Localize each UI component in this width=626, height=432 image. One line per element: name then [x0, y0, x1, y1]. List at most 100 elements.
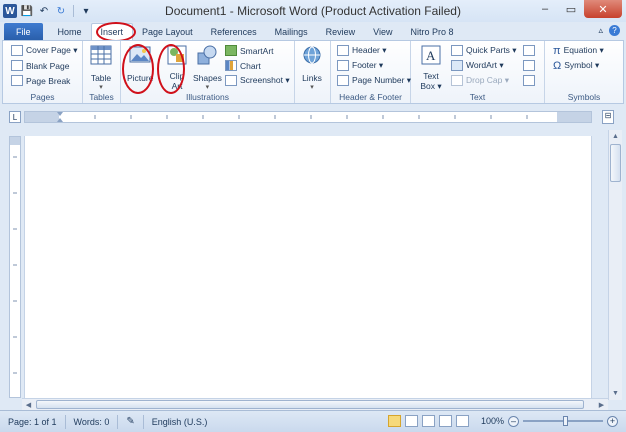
draft-view-icon[interactable]: [455, 415, 469, 427]
status-word-count[interactable]: Words: 0: [66, 414, 119, 429]
clip-art-icon: [167, 45, 187, 65]
page-number-icon: [337, 75, 349, 86]
proofing-icon[interactable]: ✎: [118, 414, 144, 429]
horizontal-ruler[interactable]: [24, 111, 592, 123]
zoom-slider-thumb[interactable]: [563, 416, 568, 426]
horizontal-scrollbar[interactable]: ◀ ▶: [22, 398, 608, 410]
tab-insert[interactable]: Insert: [90, 23, 134, 40]
cover-page-button[interactable]: Cover Page ▾: [11, 43, 78, 58]
web-layout-view-icon[interactable]: [421, 415, 435, 427]
status-right: 100% – +: [387, 415, 618, 427]
zoom-in-button[interactable]: +: [607, 415, 618, 427]
group-label-tables: Tables: [89, 92, 114, 102]
symbol-button[interactable]: Ω Symbol ▾: [553, 58, 604, 73]
redo-icon[interactable]: ↻: [54, 4, 68, 18]
equation-button[interactable]: π Equation ▾: [553, 43, 604, 58]
print-layout-view-icon[interactable]: [387, 415, 401, 427]
text-box-button[interactable]: A Text Box ▾: [419, 43, 443, 92]
zoom-slider[interactable]: [523, 416, 603, 426]
picture-icon: [129, 46, 151, 63]
ruler-ticks: [57, 112, 528, 122]
document-area: [22, 130, 604, 398]
ribbon: Cover Page ▾ Blank Page Page Break Pages…: [2, 40, 624, 104]
vertical-scrollbar[interactable]: ▲ ▼: [608, 130, 622, 400]
status-language[interactable]: English (U.S.): [144, 415, 216, 429]
shapes-button[interactable]: Shapes ▾: [193, 43, 222, 91]
vertical-ruler-ticks: [13, 156, 17, 374]
full-screen-reading-view-icon[interactable]: [404, 415, 418, 427]
group-label-symbols: Symbols: [567, 92, 601, 102]
help-icon[interactable]: ?: [609, 25, 620, 36]
quick-access-toolbar: W 💾 ↶ ↻ ▾: [0, 4, 93, 18]
tab-page-layout[interactable]: Page Layout: [133, 23, 202, 40]
customize-qat-icon[interactable]: ▾: [79, 4, 93, 18]
horizontal-scroll-thumb[interactable]: [36, 400, 584, 409]
group-pages: Cover Page ▾ Blank Page Page Break Pages: [3, 41, 83, 103]
group-links: Links ▾: [295, 41, 331, 103]
smartart-icon: [225, 45, 237, 56]
status-page-count[interactable]: Page: 1 of 1: [0, 414, 66, 429]
equation-icon: π: [553, 44, 561, 57]
group-label-header-footer: Header & Footer: [339, 92, 402, 102]
svg-text:A: A: [426, 48, 436, 63]
screenshot-button[interactable]: Screenshot ▾: [225, 73, 290, 88]
save-icon[interactable]: 💾: [20, 4, 34, 18]
undo-icon[interactable]: ↶: [37, 4, 51, 18]
links-button[interactable]: Links ▾: [300, 43, 324, 91]
quick-parts-icon: [451, 45, 463, 56]
group-label-illustrations: Illustrations: [186, 92, 229, 102]
close-button[interactable]: ✕: [584, 0, 622, 18]
chart-button[interactable]: Chart: [225, 58, 290, 73]
clip-art-button[interactable]: Clip Art: [165, 43, 189, 91]
scroll-down-button[interactable]: ▼: [609, 387, 622, 400]
drop-cap-icon: [451, 75, 463, 86]
ruler-row: L ⊟: [0, 104, 626, 130]
picture-button[interactable]: Picture: [127, 43, 153, 83]
page-number-button[interactable]: Page Number ▾: [337, 73, 411, 88]
tab-view[interactable]: View: [364, 23, 401, 40]
header-button[interactable]: Header ▾: [337, 43, 411, 58]
restore-button[interactable]: ▭: [558, 0, 584, 18]
view-ruler-toggle[interactable]: ⊟: [602, 110, 614, 124]
quick-parts-button[interactable]: Quick Parts ▾: [451, 43, 517, 58]
vertical-ruler[interactable]: [9, 136, 21, 398]
object-button[interactable]: [523, 73, 535, 88]
drop-cap-button[interactable]: Drop Cap ▾: [451, 73, 517, 88]
group-illustrations: Picture Clip Art Shapes ▾ SmartArt Chart…: [121, 41, 295, 103]
minimize-ribbon-icon[interactable]: ▵: [598, 25, 603, 36]
group-label-pages: Pages: [30, 92, 55, 102]
symbol-icon: Ω: [553, 59, 562, 72]
outline-view-icon[interactable]: [438, 415, 452, 427]
tab-file[interactable]: File: [4, 23, 43, 40]
tab-right-controls: ▵ ?: [598, 25, 620, 36]
word-logo-icon[interactable]: W: [3, 4, 17, 18]
text-box-icon: A: [421, 45, 441, 65]
zoom-out-button[interactable]: –: [508, 415, 519, 427]
wordart-button[interactable]: WordArt ▾: [451, 58, 517, 73]
footer-button[interactable]: Footer ▾: [337, 58, 411, 73]
footer-icon: [337, 60, 349, 71]
tab-nitro-pro[interactable]: Nitro Pro 8: [402, 23, 463, 40]
zoom-level[interactable]: 100%: [481, 416, 504, 426]
smartart-button[interactable]: SmartArt: [225, 43, 290, 58]
tab-mailings[interactable]: Mailings: [266, 23, 317, 40]
group-symbols: π Equation ▾ Ω Symbol ▾ Symbols: [545, 41, 623, 103]
table-button[interactable]: Table ▾: [89, 43, 113, 91]
links-icon: [303, 46, 321, 64]
minimize-button[interactable]: –: [532, 0, 558, 18]
tab-selector[interactable]: L: [9, 111, 21, 123]
tab-review[interactable]: Review: [317, 23, 365, 40]
blank-page-button[interactable]: Blank Page: [11, 58, 78, 73]
tab-references[interactable]: References: [202, 23, 266, 40]
screenshot-icon: [225, 75, 237, 86]
group-text: A Text Box ▾ Quick Parts ▾ WordArt ▾ Dro…: [411, 41, 545, 103]
signature-line-button[interactable]: [523, 43, 535, 58]
vertical-scroll-thumb[interactable]: [610, 144, 621, 182]
wordart-icon: [451, 60, 463, 71]
page-break-button[interactable]: Page Break: [11, 73, 78, 88]
date-time-button[interactable]: [523, 58, 535, 73]
scroll-up-button[interactable]: ▲: [609, 130, 622, 143]
document-page[interactable]: [24, 136, 592, 398]
tab-home[interactable]: Home: [49, 23, 91, 40]
table-icon: [90, 45, 112, 65]
